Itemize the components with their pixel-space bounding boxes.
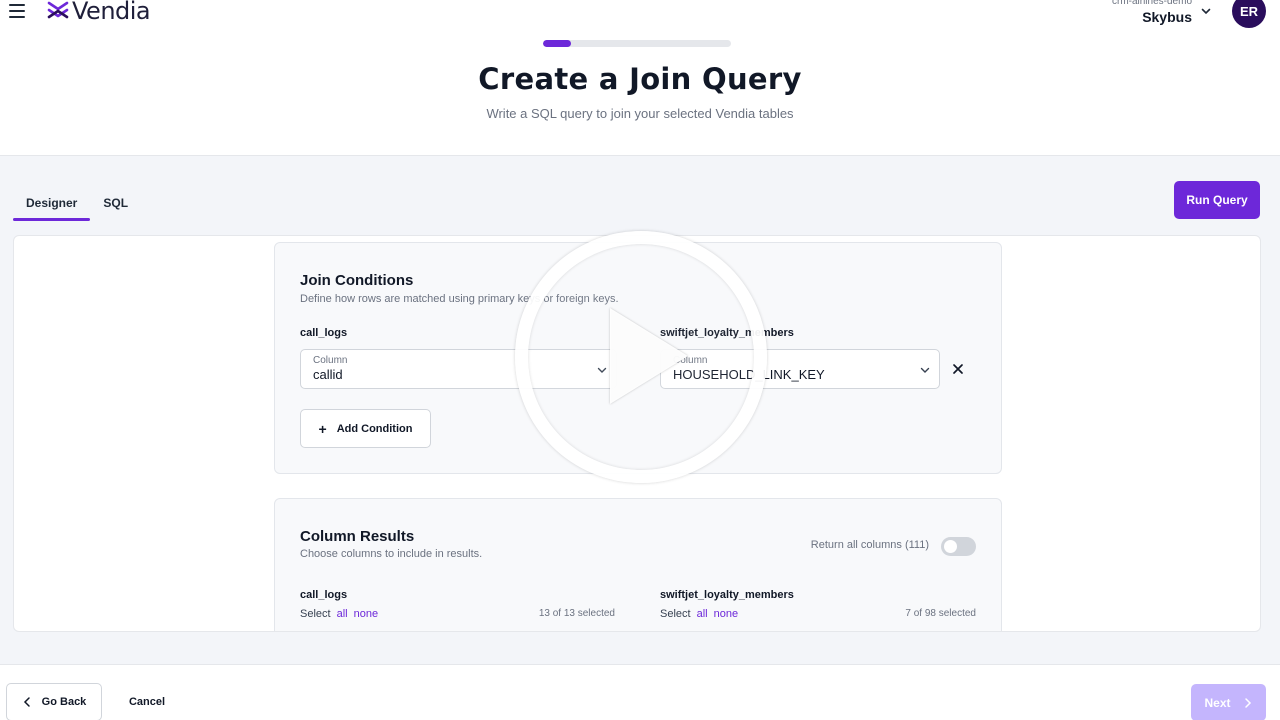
right-column-list[interactable]	[660, 631, 977, 632]
left-selected-count: 13 of 13 selected	[538, 608, 615, 619]
return-all-columns-label: Return all columns (111)	[810, 539, 929, 551]
chevron-down-icon	[920, 367, 930, 373]
video-play-button[interactable]	[515, 231, 767, 483]
column-results-title: Column Results	[300, 528, 415, 545]
toggle-knob	[944, 540, 957, 553]
top-bar: Vendia crm-airlines-demo Skybus ER	[0, 0, 1280, 30]
user-avatar[interactable]: ER	[1232, 0, 1266, 28]
chevron-right-icon	[1244, 697, 1251, 708]
brand-name: Vendia	[72, 0, 151, 25]
column-results-description: Choose columns to include in results.	[300, 548, 483, 560]
remove-condition-icon[interactable]	[951, 362, 965, 376]
select-label: Select	[660, 608, 691, 620]
select-label: Select	[300, 608, 331, 620]
chevron-left-icon	[23, 697, 30, 707]
chevron-down-icon[interactable]	[1200, 5, 1212, 17]
select-all-link[interactable]: all	[337, 608, 348, 620]
column-results-card: Column Results Choose columns to include…	[274, 498, 1002, 632]
wizard-footer: Go Back Cancel Next	[0, 665, 1280, 720]
select-all-link[interactable]: all	[697, 608, 708, 620]
add-condition-label: Add Condition	[336, 422, 413, 435]
tab-sql[interactable]: SQL	[90, 186, 141, 220]
left-select-controls: Select all none	[300, 608, 378, 620]
tab-designer[interactable]: Designer	[13, 186, 91, 221]
hamburger-icon[interactable]	[9, 4, 25, 18]
join-conditions-title: Join Conditions	[300, 272, 414, 289]
right-selected-count: 7 of 98 selected	[905, 608, 976, 619]
next-button[interactable]: Next	[1191, 684, 1266, 720]
cancel-button[interactable]: Cancel	[113, 683, 181, 720]
go-back-label: Go Back	[41, 696, 87, 708]
org-switcher[interactable]: crm-airlines-demo Skybus	[1112, 0, 1192, 26]
org-name: Skybus	[1142, 9, 1192, 25]
vendia-logo-icon	[47, 1, 69, 19]
org-subtitle: crm-airlines-demo	[1111, 0, 1192, 7]
wizard-progress-bar	[543, 40, 731, 47]
play-icon	[610, 308, 688, 404]
left-results-table-label: call_logs	[300, 589, 348, 601]
run-query-button[interactable]: Run Query	[1174, 181, 1260, 219]
add-condition-button[interactable]: + Add Condition	[300, 409, 431, 448]
page-title: Create a Join Query	[478, 62, 802, 96]
select-none-link[interactable]: none	[354, 608, 378, 620]
select-label: Column	[313, 355, 348, 366]
brand-logo[interactable]: Vendia	[47, 0, 151, 25]
next-label: Next	[1204, 695, 1231, 710]
page-subtitle: Write a SQL query to join your selected …	[486, 106, 794, 121]
go-back-button[interactable]: Go Back	[6, 683, 102, 720]
plus-icon: +	[318, 420, 327, 437]
return-all-columns-toggle[interactable]	[941, 537, 976, 556]
wizard-progress-fill	[543, 40, 572, 47]
select-none-link[interactable]: none	[714, 608, 738, 620]
select-value: callid	[313, 367, 343, 382]
right-results-table-label: swiftjet_loyalty_members	[660, 589, 794, 601]
left-column-list[interactable]	[300, 631, 617, 632]
right-select-controls: Select all none	[660, 608, 738, 620]
editor-tabs: Designer SQL	[13, 186, 141, 221]
left-table-label: call_logs	[300, 327, 348, 339]
